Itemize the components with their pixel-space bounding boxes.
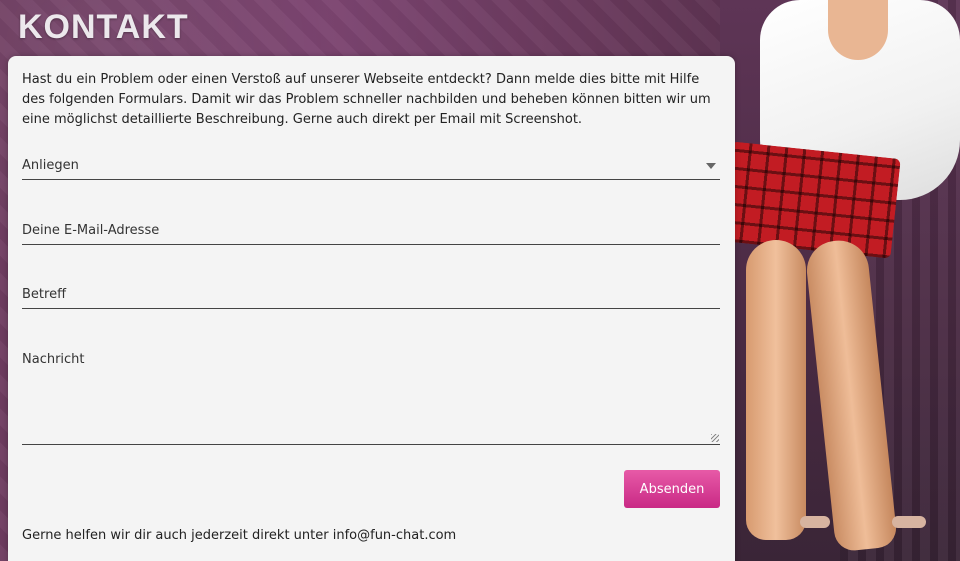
footer-contact-text: Gerne helfen wir dir auch jederzeit dire… xyxy=(22,528,457,543)
subject-field[interactable]: Betreff xyxy=(22,286,720,309)
email-field-label: Deine E-Mail-Adresse xyxy=(22,223,160,238)
leg-left-shape xyxy=(746,240,806,540)
email-field[interactable]: Deine E-Mail-Adresse xyxy=(22,222,720,245)
shoe-right-shape xyxy=(892,516,926,528)
message-textarea[interactable]: Nachricht xyxy=(22,344,720,445)
shoe-left-shape xyxy=(800,516,830,528)
neck-shape xyxy=(828,0,888,60)
hero-photo xyxy=(720,0,960,561)
skirt-shape xyxy=(721,141,901,259)
concern-select-label: Anliegen xyxy=(22,158,79,173)
submit-button[interactable]: Absenden xyxy=(624,470,720,508)
message-textarea-label: Nachricht xyxy=(22,352,85,367)
subject-field-label: Betreff xyxy=(22,287,67,302)
resize-handle-icon[interactable] xyxy=(711,434,719,442)
concern-select[interactable]: Anliegen xyxy=(22,152,720,180)
page-title: KONTAKT xyxy=(18,8,189,46)
contact-card: Hast du ein Problem oder einen Verstoß a… xyxy=(8,56,735,561)
intro-text: Hast du ein Problem oder einen Verstoß a… xyxy=(22,72,711,127)
chevron-down-icon xyxy=(706,163,716,169)
